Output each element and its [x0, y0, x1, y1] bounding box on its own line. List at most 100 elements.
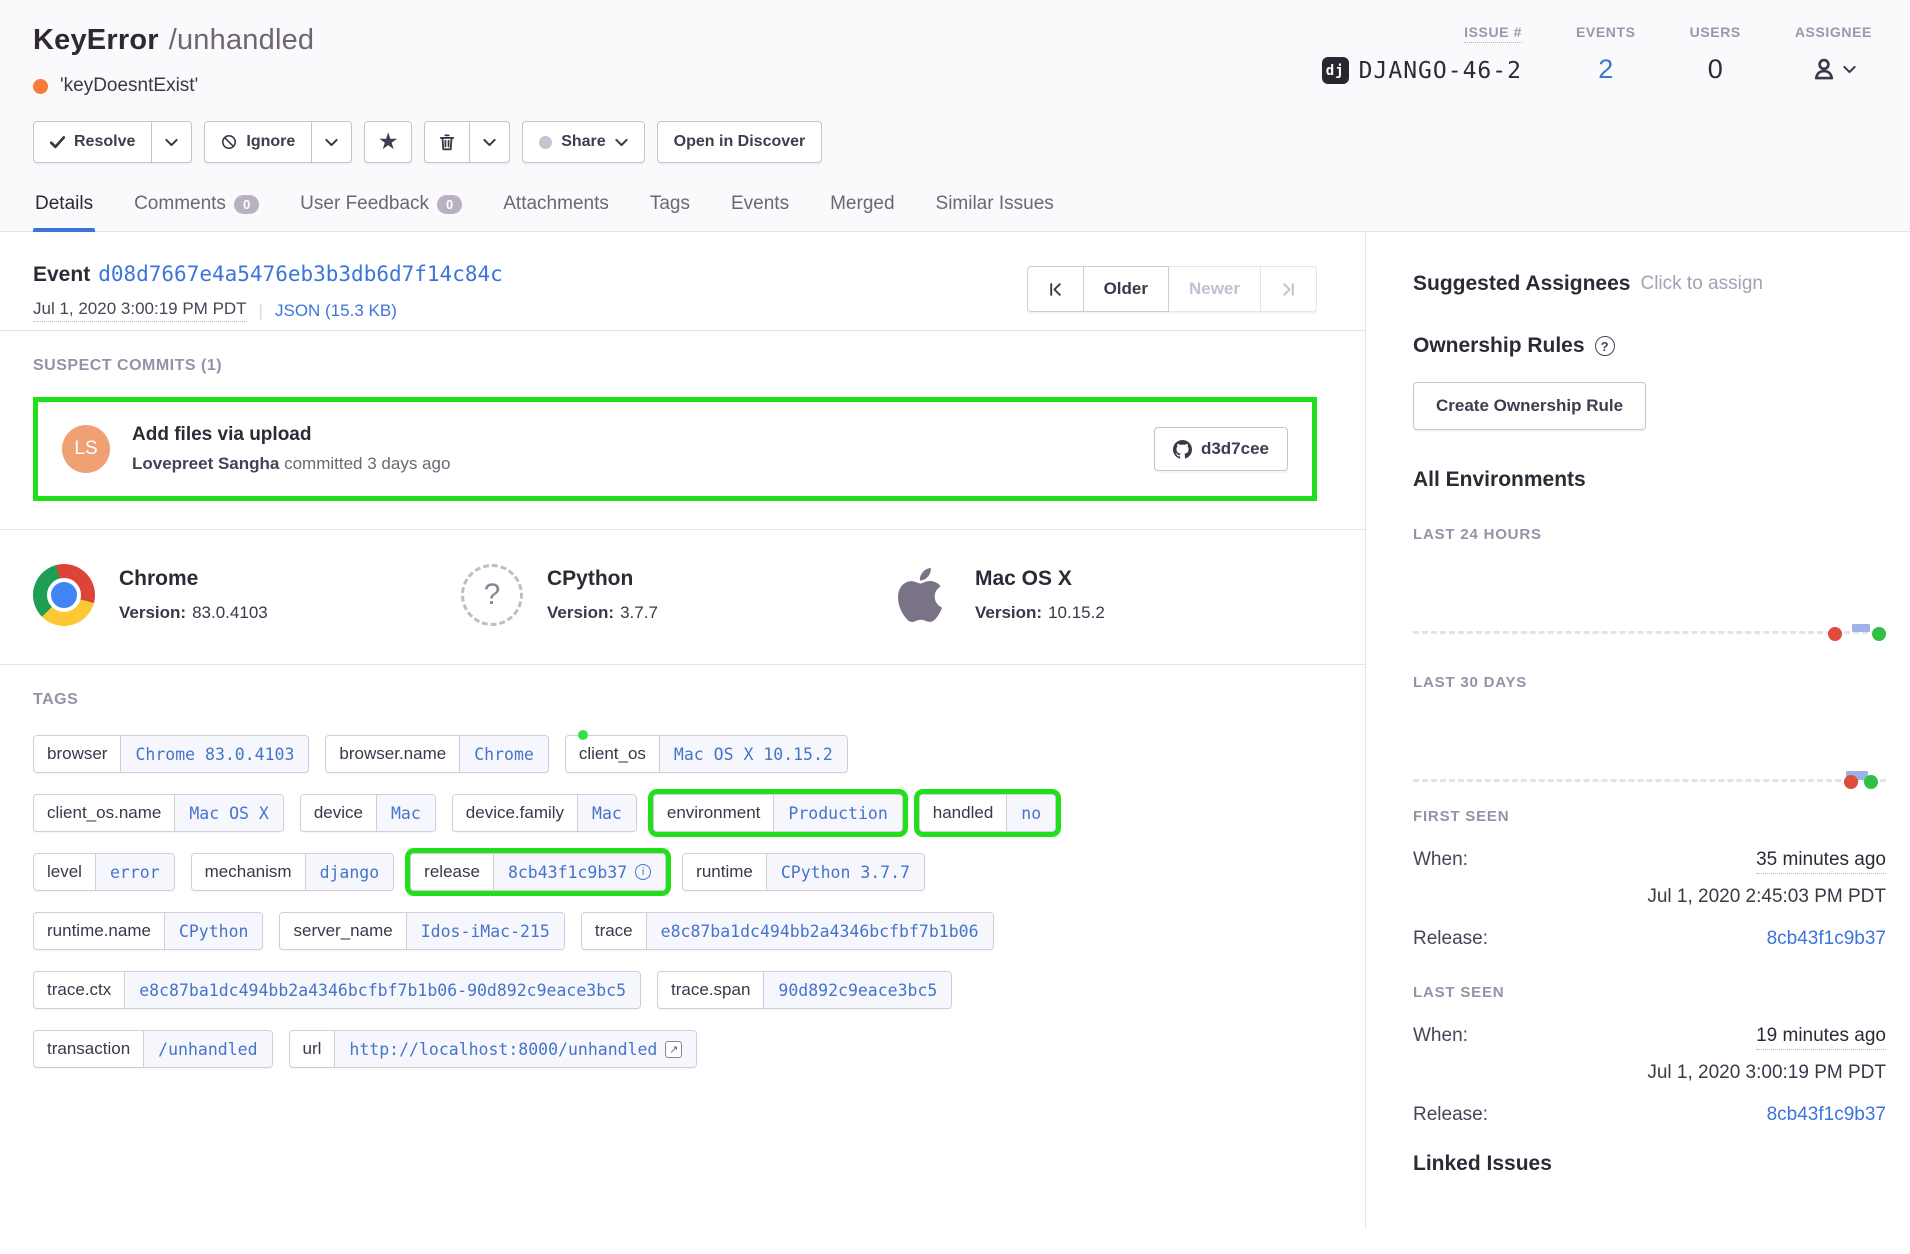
tag-value-link[interactable]: Idos-iMac-215: [407, 913, 564, 949]
tag-key: environment: [654, 795, 775, 831]
tag-value-link[interactable]: /unhandled: [144, 1031, 271, 1067]
tag-value-link[interactable]: e8c87ba1dc494bb2a4346bcfbf7b1b06: [647, 913, 993, 949]
chevron-down-icon: [325, 138, 338, 147]
delete-button[interactable]: [424, 121, 470, 163]
tag-value-link[interactable]: Mac: [578, 795, 636, 831]
tag-value-link[interactable]: Mac OS X 10.15.2: [660, 736, 847, 772]
commit-author-avatar: LS: [62, 425, 110, 473]
tag-value-link[interactable]: Mac: [377, 795, 435, 831]
event-pagination: Older Newer: [1027, 266, 1317, 312]
tab-merged[interactable]: Merged: [828, 191, 896, 231]
star-icon: ★: [379, 132, 397, 152]
error-level-dot: [33, 79, 48, 94]
last-seen-release-link[interactable]: 8cb43f1c9b37: [1767, 1104, 1886, 1126]
tag-value-link[interactable]: error: [96, 854, 174, 890]
sparkline-axis: [1413, 631, 1886, 634]
issue-short-id: dj DJANGO-46-2: [1322, 57, 1522, 84]
tag-pill-server_name: server_nameIdos-iMac-215: [279, 912, 564, 950]
tag-key: trace.span: [658, 972, 764, 1008]
open-in-discover-button[interactable]: Open in Discover: [657, 121, 823, 163]
tag-key: url: [290, 1031, 336, 1067]
users-label: USERS: [1690, 24, 1741, 40]
tag-pill-environment-annotated: environmentProduction: [653, 794, 903, 832]
skip-last-icon: [1281, 282, 1296, 297]
resolve-dropdown-button[interactable]: [152, 121, 192, 163]
tag-value-link[interactable]: CPython: [165, 913, 263, 949]
event-id-link[interactable]: d08d7667e4a5476eb3b3db6d7f14c84c: [98, 262, 503, 286]
tag-key: device: [301, 795, 377, 831]
suspect-commits-heading: SUSPECT COMMITS (1): [33, 357, 1317, 375]
last-24-hours-label: LAST 24 HOURS: [1413, 526, 1886, 543]
oldest-event-button[interactable]: [1027, 266, 1084, 312]
tab-count-badge: 0: [437, 195, 462, 214]
when-label: When:: [1413, 1025, 1468, 1047]
tag-pill-trace: tracee8c87ba1dc494bb2a4346bcfbf7b1b06: [581, 912, 994, 950]
users-count[interactable]: 0: [1708, 54, 1723, 85]
tab-comments[interactable]: Comments0: [132, 191, 261, 231]
tag-value-link[interactable]: CPython 3.7.7: [767, 854, 924, 890]
sparkline-axis: [1413, 779, 1886, 782]
tag-pill-browser: browserChrome 83.0.4103: [33, 735, 309, 773]
events-count[interactable]: 2: [1598, 54, 1613, 85]
tag-value-link[interactable]: django: [306, 854, 394, 890]
issue-header: KeyError/unhandled 'keyDoesntExist' ISSU…: [0, 0, 1910, 232]
first-seen-marker-icon: [1828, 627, 1842, 641]
ignore-button[interactable]: Ignore: [204, 121, 312, 163]
tab-tags[interactable]: Tags: [648, 191, 692, 231]
help-question-icon[interactable]: ?: [1595, 336, 1615, 356]
bookmark-star-button[interactable]: ★: [364, 121, 412, 163]
tags-heading: TAGS: [33, 691, 1317, 709]
event-contexts: Chrome Version:83.0.4103 ? CPython Versi…: [0, 529, 1365, 664]
first-seen-relative: 35 minutes ago: [1756, 849, 1886, 874]
tag-value-link[interactable]: Mac OS X: [175, 795, 282, 831]
os-version: 10.15.2: [1048, 603, 1105, 622]
release-label: Release:: [1413, 1104, 1488, 1126]
last-seen-relative: 19 minutes ago: [1756, 1025, 1886, 1050]
tag-key: transaction: [34, 1031, 144, 1067]
tag-value-link[interactable]: Chrome: [460, 736, 548, 772]
tag-key: handled: [920, 795, 1008, 831]
tab-user-feedback[interactable]: User Feedback0: [298, 191, 464, 231]
commit-sha-button[interactable]: d3d7cee: [1154, 427, 1288, 471]
tab-events[interactable]: Events: [729, 191, 791, 231]
chevron-down-icon: [615, 138, 628, 147]
tag-key: client_os.name: [34, 795, 175, 831]
tab-similar-issues[interactable]: Similar Issues: [934, 191, 1056, 231]
first-seen-release-link[interactable]: 8cb43f1c9b37: [1767, 928, 1886, 950]
share-button[interactable]: Share: [522, 121, 644, 163]
info-icon[interactable]: i: [635, 864, 651, 880]
external-link-icon[interactable]: ↗: [665, 1041, 682, 1058]
tag-value-link[interactable]: Chrome 83.0.4103: [121, 736, 308, 772]
tab-count-badge: 0: [234, 195, 259, 214]
resolve-button[interactable]: Resolve: [33, 121, 152, 163]
tag-pill-transaction: transaction/unhandled: [33, 1030, 273, 1068]
tag-value-link[interactable]: Production: [774, 795, 901, 831]
newest-event-button[interactable]: [1261, 266, 1317, 312]
issue-stats: ISSUE # dj DJANGO-46-2 EVENTS 2 USERS 0 …: [1322, 24, 1876, 97]
newer-event-button[interactable]: Newer: [1169, 266, 1261, 312]
create-ownership-rule-button[interactable]: Create Ownership Rule: [1413, 382, 1646, 430]
tag-key: release: [411, 854, 494, 890]
tab-attachments[interactable]: Attachments: [501, 191, 611, 231]
assignee-selector[interactable]: [1811, 56, 1856, 82]
older-event-button[interactable]: Older: [1084, 266, 1169, 312]
tag-value-link[interactable]: 90d892c9eace3bc5: [764, 972, 951, 1008]
tag-value-link[interactable]: e8c87ba1dc494bb2a4346bcfbf7b1b06-90d892c…: [125, 972, 640, 1008]
tag-value-link[interactable]: 8cb43f1c9b37i: [494, 854, 665, 890]
tag-value-link[interactable]: http://localhost:8000/unhandled↗: [335, 1031, 696, 1067]
annotation-cursor-dot: [578, 730, 588, 740]
runtime-name: CPython: [547, 567, 658, 591]
tag-value-link[interactable]: no: [1007, 795, 1055, 831]
unknown-runtime-icon: ?: [461, 564, 523, 626]
tag-key: runtime.name: [34, 913, 165, 949]
delete-dropdown-button[interactable]: [470, 121, 510, 163]
tab-details[interactable]: Details: [33, 191, 95, 231]
issue-culprit: /unhandled: [169, 24, 315, 56]
tag-pill-level: levelerror: [33, 853, 175, 891]
browser-name: Chrome: [119, 567, 268, 591]
share-status-dot-icon: [539, 136, 552, 149]
main-column: Eventd08d7667e4a5476eb3b3db6d7f14c84c Ju…: [0, 232, 1366, 1229]
event-json-link[interactable]: JSON (15.3 KB): [275, 301, 397, 321]
tag-pill-release-annotated: release8cb43f1c9b37i: [410, 853, 666, 891]
ignore-dropdown-button[interactable]: [312, 121, 352, 163]
